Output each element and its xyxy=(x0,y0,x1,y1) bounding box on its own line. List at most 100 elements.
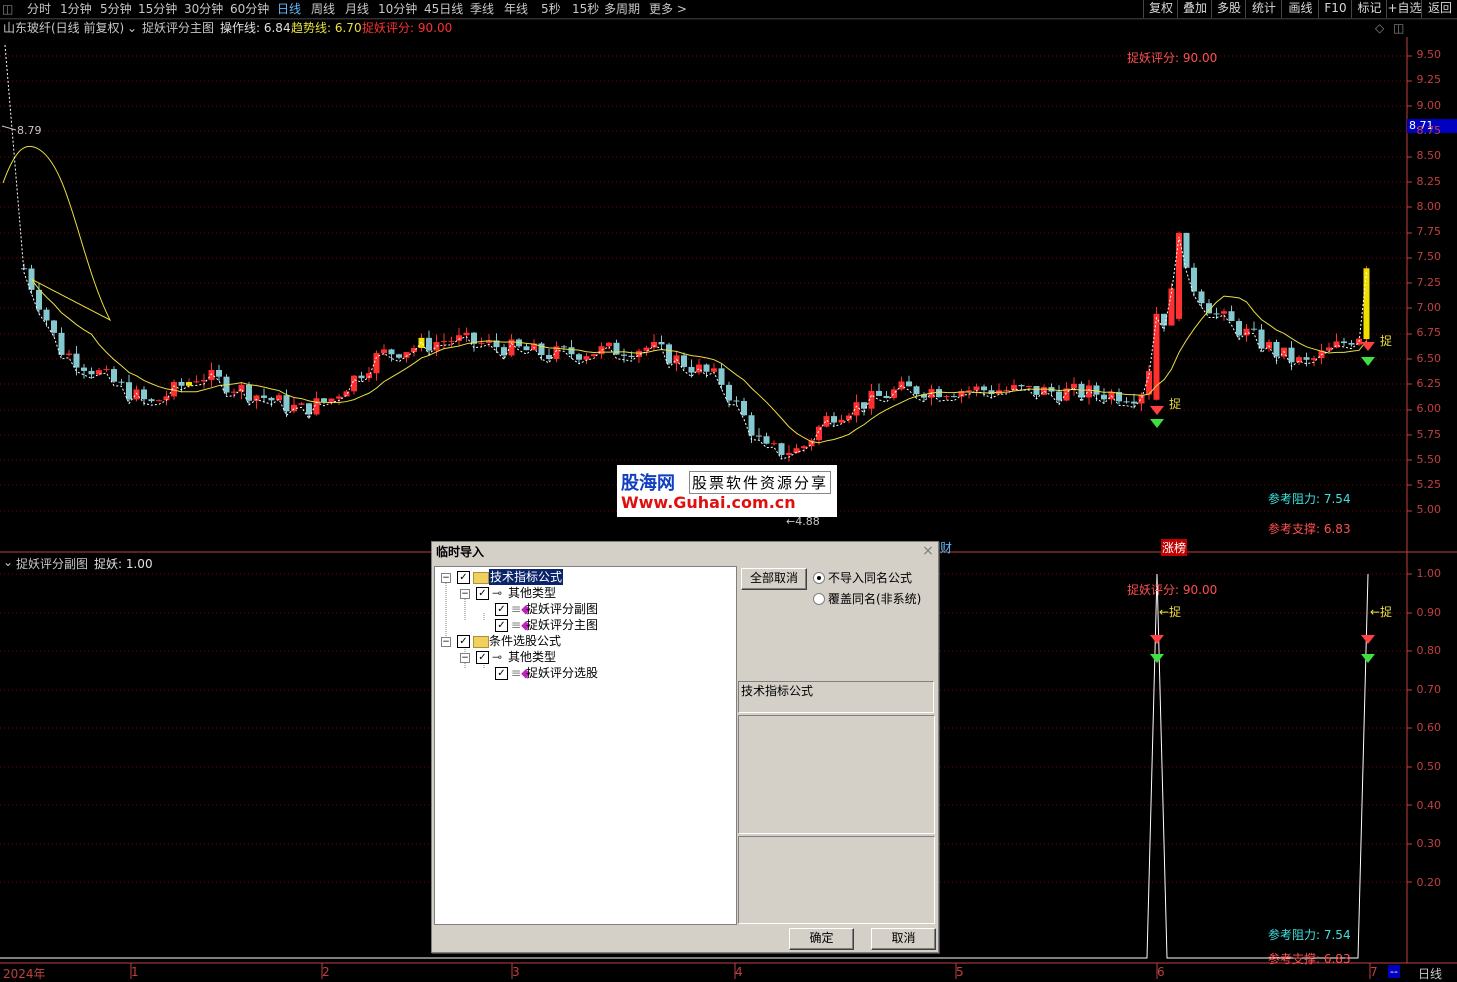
sub-indicator-name[interactable]: 捉妖评分副图 xyxy=(16,555,88,572)
candle-body xyxy=(328,398,335,402)
tree-expander-icon[interactable]: − xyxy=(460,589,470,599)
candle-body xyxy=(538,343,545,355)
sub-score-label: 捉妖评分: 90.00 xyxy=(1127,583,1218,597)
tree-node-label[interactable]: 其他类型 xyxy=(508,585,556,601)
candle-body xyxy=(853,402,860,416)
price-tick: 8.00 xyxy=(1416,199,1442,213)
candle-body xyxy=(966,390,972,392)
tree-node-label[interactable]: 条件选股公式 xyxy=(489,633,561,649)
candle-body xyxy=(141,389,147,400)
price-tick: 7.25 xyxy=(1416,275,1442,289)
sub-indicator-menu-icon[interactable]: ⌄ xyxy=(3,555,13,569)
tree-node-label[interactable]: 其他类型 xyxy=(508,649,556,665)
tree-checkbox[interactable]: ✓ xyxy=(457,571,470,584)
price-tick: 9.00 xyxy=(1416,98,1442,112)
event-cai-label[interactable]: 财 xyxy=(940,539,952,556)
description-box[interactable] xyxy=(738,715,935,834)
tree-node-label[interactable]: 捉妖评分选股 xyxy=(526,665,598,681)
import-dialog: 临时导入 × − ✓ 技术指标公式 − ✓ ⊸ 其他类型 ✓ ≡◆ 捉妖评分副图 ✓ ≡◆ 捉妖评分主图… xyxy=(431,541,939,953)
tree-checkbox[interactable]: ✓ xyxy=(495,619,508,632)
candle-body xyxy=(711,368,717,372)
candle-body xyxy=(1258,329,1265,349)
candle-body xyxy=(456,335,462,341)
candle-body xyxy=(1236,321,1242,336)
candle-body xyxy=(823,416,830,427)
candle-body xyxy=(1341,341,1347,344)
candle-body xyxy=(1183,232,1190,268)
candle-body xyxy=(51,320,57,333)
candle-body xyxy=(103,369,110,371)
candle-body xyxy=(883,395,890,398)
sub-tick: 0.60 xyxy=(1416,721,1442,735)
candle-body xyxy=(418,337,425,348)
tree-expander-icon[interactable]: − xyxy=(441,637,451,647)
candle-body xyxy=(1071,383,1077,389)
tree-checkbox[interactable]: ✓ xyxy=(457,635,470,648)
sub-tick: 0.80 xyxy=(1416,644,1442,658)
price-tick: 5.00 xyxy=(1416,503,1442,517)
price-tick: 5.25 xyxy=(1416,478,1442,492)
candle-body xyxy=(816,426,822,441)
candle-body xyxy=(1018,385,1025,387)
candle-body xyxy=(321,398,327,402)
candle-body xyxy=(88,370,95,375)
period-label[interactable]: 日线 xyxy=(1418,965,1442,982)
dialog-title: 临时导入 xyxy=(436,545,485,559)
candle-body xyxy=(703,364,710,372)
detail-box[interactable] xyxy=(738,836,935,924)
candle-body xyxy=(208,370,215,381)
candle-body xyxy=(576,354,582,360)
candle-body xyxy=(463,332,470,336)
month-tick: 2 xyxy=(322,965,330,979)
close-icon[interactable]: × xyxy=(921,544,935,558)
cancel-all-button[interactable]: 全部取消 xyxy=(741,568,807,590)
no-import-radio[interactable] xyxy=(813,572,825,584)
sub-tick: 0.30 xyxy=(1416,837,1442,851)
candle-body xyxy=(771,443,777,445)
candle-body xyxy=(523,346,530,351)
candle-body xyxy=(988,390,995,395)
period-dashes: -- xyxy=(1388,965,1400,978)
trend-line xyxy=(2,145,1367,444)
tree-checkbox[interactable]: ✓ xyxy=(495,603,508,616)
price-tick: 5.50 xyxy=(1416,452,1442,466)
tree-node-label[interactable]: 捉妖评分主图 xyxy=(526,617,598,633)
candle-body xyxy=(613,342,620,355)
candle-body xyxy=(1243,328,1250,336)
watermark-brand: 股海网 xyxy=(621,473,675,494)
no-import-label[interactable]: 不导入同名公式 xyxy=(828,569,912,586)
candle-body xyxy=(231,391,237,393)
tree-node-label[interactable]: 技术指标公式 xyxy=(489,569,564,585)
price-tick: 6.00 xyxy=(1416,402,1442,416)
candle-body xyxy=(1003,389,1010,391)
resist-label: 参考阻力: 7.54 xyxy=(1268,492,1351,506)
candle-body xyxy=(261,395,267,398)
candle-body xyxy=(583,356,590,360)
tree-checkbox[interactable]: ✓ xyxy=(476,587,489,600)
candle-body xyxy=(1273,341,1280,357)
candle-body xyxy=(658,341,665,345)
tree-expander-icon[interactable]: − xyxy=(460,653,470,663)
formula-tree[interactable]: − ✓ 技术指标公式 − ✓ ⊸ 其他类型 ✓ ≡◆ 捉妖评分副图 ✓ ≡◆ 捉妖评分主图 − ✓ 条件选股公… xyxy=(434,566,737,925)
candle-body xyxy=(666,344,672,364)
candle-body xyxy=(1093,385,1100,395)
candle-body xyxy=(1086,385,1092,398)
event-zt-label[interactable]: 涨榜 xyxy=(1161,539,1188,556)
tree-node-label[interactable]: 捉妖评分副图 xyxy=(526,601,598,617)
candle-body xyxy=(628,355,635,358)
cancel-button[interactable]: 取消 xyxy=(871,928,936,950)
candle-body xyxy=(246,384,252,401)
candle-body xyxy=(193,381,200,383)
candle-body xyxy=(1326,347,1332,351)
candle-body xyxy=(1101,394,1107,400)
ok-button[interactable]: 确定 xyxy=(789,928,854,950)
tree-expander-icon[interactable]: − xyxy=(441,573,451,583)
tree-checkbox[interactable]: ✓ xyxy=(495,667,508,680)
candle-body xyxy=(111,369,117,382)
candle-body xyxy=(733,400,740,402)
candle-body xyxy=(448,340,455,342)
price-tick: 8.50 xyxy=(1416,149,1442,163)
tree-checkbox[interactable]: ✓ xyxy=(476,651,489,664)
overwrite-label[interactable]: 覆盖同名(非系统) xyxy=(828,590,921,607)
overwrite-radio[interactable] xyxy=(813,593,825,605)
